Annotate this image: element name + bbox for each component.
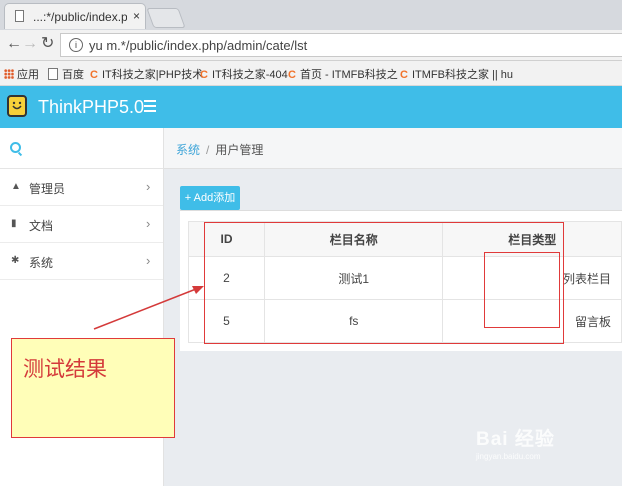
annotation-note: 测试结果 [11,338,175,438]
watermark-url: jingyan.baidu.com [476,452,541,461]
annotation-note-text: 测试结果 [23,358,107,381]
baidu-watermark: Bai 经验 jingyan.baidu.com [476,424,555,461]
watermark-brand: Bai 经验 [476,429,555,450]
